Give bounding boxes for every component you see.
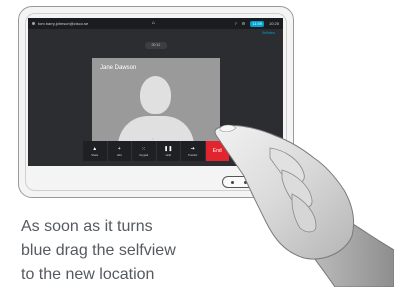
caption-line-3: to the new location bbox=[21, 266, 155, 283]
caption-line-1: As soon as it turns bbox=[21, 218, 153, 235]
caption-line-2: blue drag the selfview bbox=[21, 242, 176, 259]
instruction-caption: As soon as it turns blue drag the selfvi… bbox=[21, 215, 261, 287]
